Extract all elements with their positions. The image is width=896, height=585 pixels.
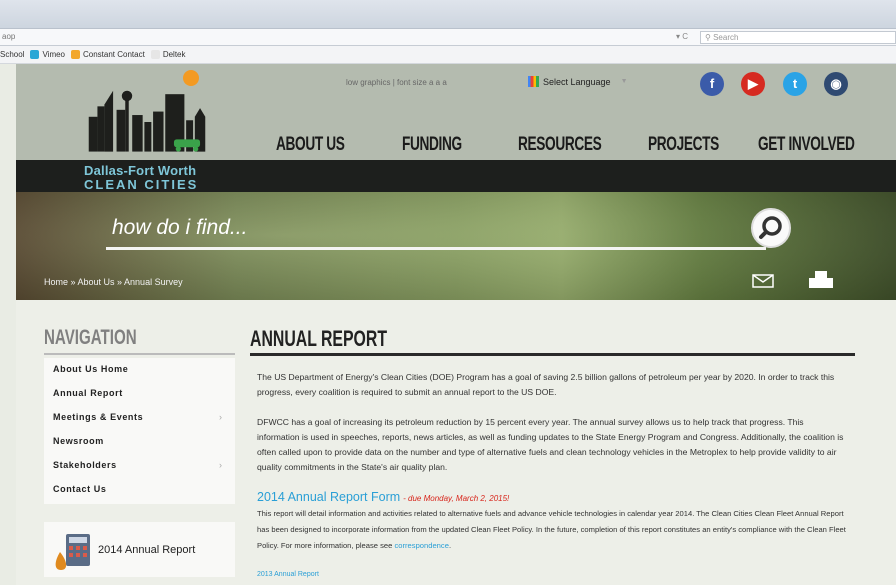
twitter-icon[interactable]: t bbox=[783, 72, 807, 96]
form-heading-link[interactable]: 2014 Annual Report Form bbox=[257, 490, 400, 504]
sidebar-item-stakeholders[interactable]: Stakeholders bbox=[53, 460, 117, 470]
logo-text-line2[interactable]: CLEAN CITIES bbox=[84, 177, 198, 192]
promo-label: 2014 Annual Report bbox=[98, 544, 196, 556]
nav-get-involved[interactable]: GET INVOLVED bbox=[758, 134, 855, 156]
nav-funding[interactable]: FUNDING bbox=[402, 134, 462, 156]
site-search-button[interactable] bbox=[751, 208, 791, 248]
bookmark-label: Constant Contact bbox=[83, 50, 145, 59]
email-icon[interactable] bbox=[752, 274, 774, 288]
bookmark-item[interactable]: Deltek bbox=[150, 50, 186, 59]
bookmark-label: School bbox=[0, 50, 25, 59]
calculator-fuel-icon bbox=[55, 534, 90, 570]
form-description: This report will detail information and … bbox=[257, 506, 847, 554]
address-bar[interactable]: aop ▾ C ⚲ Search bbox=[0, 28, 896, 46]
utility-links[interactable]: low graphics | font size a a a bbox=[346, 78, 447, 87]
nav-projects[interactable]: PROJECTS bbox=[648, 134, 719, 156]
bookmark-item[interactable]: Constant Contact bbox=[71, 50, 145, 59]
url-text[interactable]: aop bbox=[2, 32, 15, 41]
search-icon: ⚲ bbox=[705, 33, 714, 42]
print-icon[interactable] bbox=[808, 270, 834, 290]
instagram-icon[interactable]: ◉ bbox=[824, 72, 848, 96]
chevron-right-icon: › bbox=[219, 460, 222, 470]
bookmark-item[interactable]: School bbox=[0, 50, 24, 59]
chevron-right-icon: › bbox=[219, 412, 222, 422]
sidebar-item-meetings-events[interactable]: Meetings & Events bbox=[53, 412, 143, 422]
breadcrumb[interactable]: Home » About Us » Annual Survey bbox=[44, 277, 183, 287]
page-title: ANNUAL REPORT bbox=[250, 326, 387, 351]
sidebar-nav: About Us Home Annual Report Meetings & Eve… bbox=[44, 358, 235, 504]
facebook-icon[interactable]: f bbox=[700, 72, 724, 96]
nav-resources[interactable]: RESOURCES bbox=[518, 134, 602, 156]
form-heading[interactable]: 2014 Annual Report Form - due Monday, Mar… bbox=[257, 490, 509, 504]
form-description-end: . bbox=[448, 541, 452, 550]
bookmarks-bar: School Vimeo Constant Contact Deltek bbox=[0, 46, 896, 64]
dropdown-arrow-icon: ▼ bbox=[620, 78, 628, 85]
site-search-input-underline[interactable] bbox=[106, 247, 766, 250]
goal-paragraph: DFWCC has a goal of increasing its petro… bbox=[257, 417, 844, 472]
magnifier-icon bbox=[759, 216, 782, 239]
sidebar-item-about-us-home[interactable]: About Us Home bbox=[53, 364, 128, 374]
bookmark-label: Vimeo bbox=[42, 50, 65, 59]
intro-paragraph: The US Department of Energy's Clean Citi… bbox=[257, 372, 835, 397]
bookmark-label: Deltek bbox=[162, 50, 186, 59]
youtube-icon[interactable]: ▶ bbox=[741, 72, 765, 96]
browser-search-input[interactable]: ⚲ Search bbox=[700, 31, 896, 44]
form-due-date: - due Monday, March 2, 2015! bbox=[403, 494, 510, 503]
bookmark-icon bbox=[71, 50, 80, 59]
sidebar-item-annual-report[interactable]: Annual Report bbox=[53, 388, 123, 398]
site-search-prompt[interactable]: how do i find... bbox=[112, 216, 247, 240]
language-label: Select Language bbox=[543, 76, 611, 87]
form-description-text: This report will detail information and … bbox=[257, 509, 846, 550]
annual-report-promo[interactable]: 2014 Annual Report bbox=[44, 522, 235, 577]
bookmark-icon bbox=[30, 50, 40, 59]
sidebar-title: NAVIGATION bbox=[44, 326, 137, 349]
bookmark-icon bbox=[150, 50, 160, 59]
skyline-logo[interactable] bbox=[78, 82, 216, 162]
browser-search-placeholder: Search bbox=[713, 33, 739, 42]
sidebar-divider bbox=[44, 353, 235, 355]
sidebar-item-contact-us[interactable]: Contact Us bbox=[53, 484, 107, 494]
browser-titlebar bbox=[0, 0, 896, 28]
prev-report-link[interactable]: 2013 Annual Report bbox=[257, 571, 319, 578]
logo-sun bbox=[183, 70, 199, 86]
reload-button[interactable]: ▾ C bbox=[676, 32, 688, 41]
correspondence-link[interactable]: correspondence bbox=[394, 541, 448, 550]
sidebar-item-newsroom[interactable]: Newsroom bbox=[53, 436, 104, 446]
google-translate-icon bbox=[528, 76, 539, 87]
language-select[interactable]: Select Language ▼ bbox=[528, 76, 628, 87]
logo-text-line1[interactable]: Dallas-Fort Worth bbox=[84, 163, 196, 178]
nav-about-us[interactable]: ABOUT US bbox=[276, 134, 345, 156]
title-divider bbox=[250, 353, 855, 356]
bookmark-item[interactable]: Vimeo bbox=[30, 50, 65, 59]
